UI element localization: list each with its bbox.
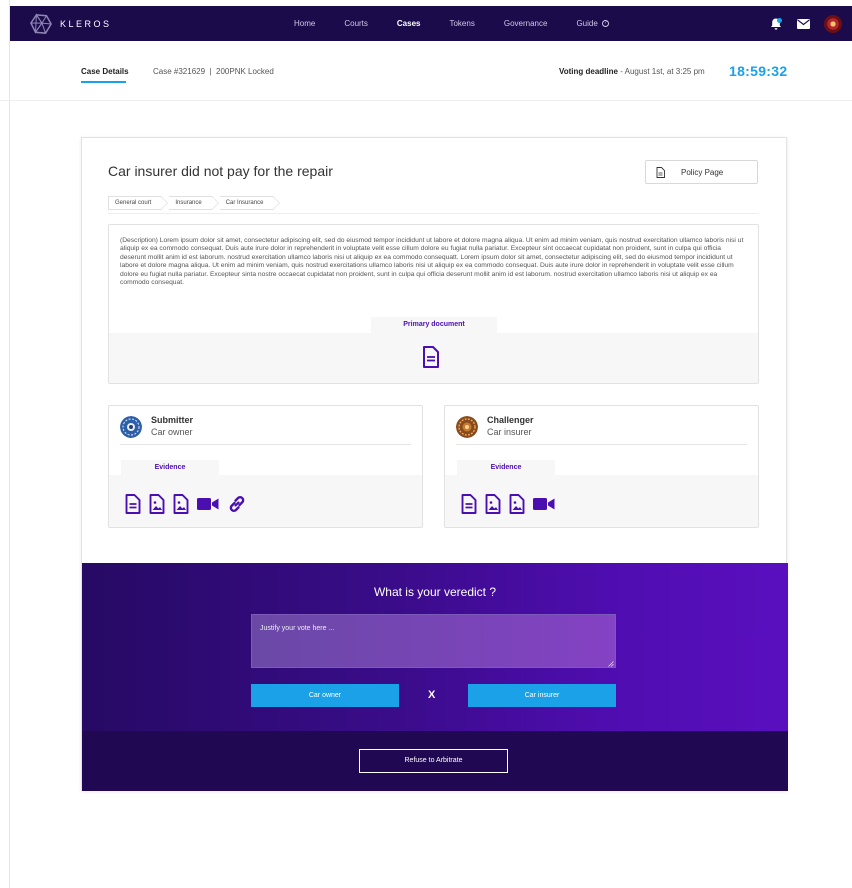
brand-name: KLEROS: [60, 18, 112, 29]
challenger-name: Car insurer: [487, 427, 532, 437]
challenger-avatar: [456, 416, 478, 438]
submitter-evidence-tab[interactable]: Evidence: [121, 460, 219, 475]
submitter-evidence-list: [125, 494, 255, 514]
video-icon[interactable]: [197, 497, 219, 511]
document-icon[interactable]: [125, 494, 141, 514]
submitter-panel: Submitter Car owner Evidence: [108, 405, 423, 528]
voting-deadline: Voting deadline - August 1st, at 3:25 pm: [559, 67, 705, 76]
nav-home[interactable]: Home: [294, 19, 315, 28]
nav-cases[interactable]: Cases: [397, 19, 421, 28]
image-icon[interactable]: [509, 494, 525, 514]
vote-car-owner-button[interactable]: Car owner: [251, 684, 399, 707]
challenger-evidence-tab[interactable]: Evidence: [457, 460, 555, 475]
vote-car-insurer-button[interactable]: Car insurer: [468, 684, 616, 707]
mail-icon: [797, 18, 810, 29]
left-divider: [9, 0, 10, 888]
help-icon: ?: [601, 20, 609, 27]
breadcrumb: General court Insurance Car Insurance: [108, 196, 281, 210]
kleros-logo-icon: [30, 12, 52, 34]
image-icon[interactable]: [485, 494, 501, 514]
nav-actions: [755, 6, 842, 41]
top-nav: KLEROS Home Courts Cases Tokens Governan…: [10, 6, 852, 41]
document-icon: [656, 166, 665, 178]
messages-button[interactable]: [797, 18, 810, 29]
bell-icon: [771, 17, 782, 30]
resize-handle-icon[interactable]: [608, 661, 614, 667]
nav-guide-label: Guide: [576, 19, 598, 28]
voting-deadline-label: Voting deadline: [559, 67, 618, 76]
document-icon[interactable]: [461, 494, 477, 514]
avatar: [824, 14, 842, 33]
justification-input[interactable]: [251, 614, 616, 668]
breadcrumb-item[interactable]: General court: [108, 196, 169, 210]
video-icon[interactable]: [533, 497, 555, 511]
image-icon[interactable]: [149, 494, 165, 514]
case-title: Car insurer did not pay for the repair: [108, 163, 333, 179]
main-menu: Home Courts Cases Tokens Governance Guid…: [294, 6, 638, 41]
image-icon[interactable]: [173, 494, 189, 514]
challenger-evidence-list: [461, 494, 563, 514]
submitter-name: Car owner: [151, 427, 193, 437]
nav-governance[interactable]: Governance: [504, 19, 548, 28]
voting-deadline-value: - August 1st, at 3:25 pm: [617, 67, 705, 76]
refuse-section: Refuse to Arbitrate: [82, 731, 788, 791]
active-tab-indicator: [81, 81, 126, 83]
nav-courts[interactable]: Courts: [344, 19, 368, 28]
submitter-avatar: [120, 416, 142, 438]
tab-case-details[interactable]: Case Details: [81, 67, 129, 76]
profile-button[interactable]: [824, 14, 842, 33]
nav-guide[interactable]: Guide?: [576, 19, 609, 28]
notifications-button[interactable]: [769, 17, 783, 31]
page: KLEROS Home Courts Cases Tokens Governan…: [0, 0, 852, 888]
submitter-role: Submitter: [151, 415, 194, 425]
case-description-box: (Description) Lorem ipsum dolor sit amet…: [108, 224, 759, 384]
breadcrumb-item[interactable]: Insurance: [169, 196, 220, 210]
countdown-timer: 18:59:32: [729, 63, 788, 79]
link-icon[interactable]: [227, 494, 247, 514]
policy-page-label: Policy Page: [681, 167, 724, 177]
challenger-role: Challenger: [487, 415, 534, 425]
vote-separator: X: [428, 689, 436, 701]
breadcrumb-item[interactable]: Car Insurance: [219, 196, 281, 210]
case-header-bar: Case Details Case #321629 | 200PNK Locke…: [0, 41, 852, 101]
divider: [108, 213, 759, 214]
nav-tokens[interactable]: Tokens: [449, 19, 474, 28]
case-card: Car insurer did not pay for the repair P…: [81, 137, 788, 791]
refuse-to-arbitrate-button[interactable]: Refuse to Arbitrate: [359, 749, 508, 773]
primary-document-icon[interactable]: [422, 346, 440, 373]
divider: [120, 444, 411, 445]
policy-page-button[interactable]: Policy Page: [645, 160, 758, 184]
kleros-logo[interactable]: KLEROS: [30, 12, 112, 35]
verdict-section: What is your veredict ? Car owner X Car …: [82, 563, 788, 731]
verdict-title: What is your veredict ?: [373, 585, 497, 599]
challenger-panel: Challenger Car insurer Evidence: [444, 405, 759, 528]
primary-document-tab[interactable]: Primary document: [371, 317, 497, 333]
case-meta: Case #321629 | 200PNK Locked: [153, 67, 274, 76]
case-description: (Description) Lorem ipsum dolor sit amet…: [120, 237, 744, 287]
divider: [456, 444, 747, 445]
